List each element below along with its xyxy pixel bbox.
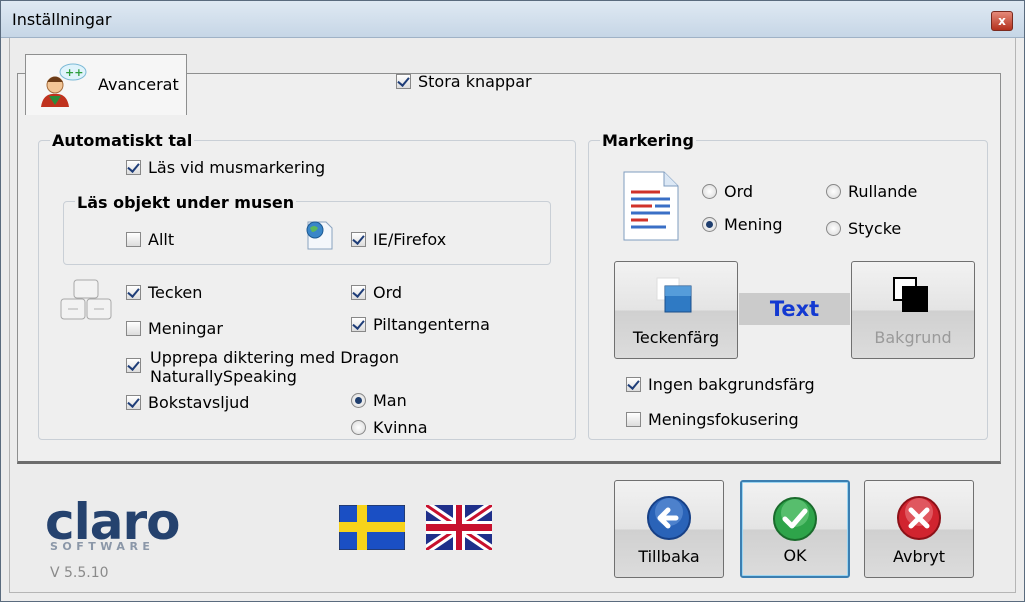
highlight-word-radio[interactable]: Ord	[702, 182, 753, 201]
all-box[interactable]	[126, 232, 141, 247]
sentence-focus-box[interactable]	[626, 412, 641, 427]
highlight-preview: Text	[739, 293, 850, 325]
highlight-sentence-label: Mening	[724, 215, 783, 234]
keyboard-icon	[60, 279, 112, 320]
uk-flag[interactable]	[426, 505, 492, 550]
back-button[interactable]: Tillbaka	[614, 480, 724, 578]
highlight-scrolling-dot[interactable]	[826, 184, 841, 199]
text-color-button[interactable]: Teckenfärg	[614, 261, 738, 359]
voice-woman-radio[interactable]: Kvinna	[351, 418, 428, 437]
letter-sounds-box[interactable]	[126, 395, 141, 410]
back-arrow-icon	[647, 496, 691, 540]
highlight-word-dot[interactable]	[702, 184, 717, 199]
arrow-keys-box[interactable]	[351, 317, 366, 332]
check-icon	[773, 497, 817, 541]
ie-firefox-box[interactable]	[351, 232, 366, 247]
voice-man-label: Man	[373, 391, 407, 410]
all-checkbox[interactable]: Allt	[126, 230, 174, 249]
read-on-selection-box[interactable]	[126, 160, 141, 175]
sentences-box[interactable]	[126, 321, 141, 336]
title-bar: Inställningar x	[1, 1, 1024, 38]
words-checkbox[interactable]: Ord	[351, 283, 402, 302]
highlight-paragraph-label: Stycke	[848, 219, 902, 238]
version-label: V 5.5.10	[50, 565, 109, 581]
voice-man-dot[interactable]	[351, 393, 366, 408]
no-background-label: Ingen bakgrundsfärg	[648, 375, 815, 394]
characters-box[interactable]	[126, 285, 141, 300]
software-label: SOFTWARE	[50, 540, 155, 553]
highlight-sentence-dot[interactable]	[702, 217, 717, 232]
letter-sounds-label: Bokstavsljud	[148, 393, 250, 412]
ie-firefox-checkbox[interactable]: IE/Firefox	[351, 230, 446, 249]
close-button[interactable]: x	[991, 11, 1013, 31]
large-buttons-box[interactable]	[396, 74, 411, 89]
tab-advanced[interactable]: ++ Avancerat	[25, 54, 187, 115]
arrow-keys-label: Piltangenterna	[373, 315, 490, 334]
voice-woman-label: Kvinna	[373, 418, 428, 437]
text-color-button-label: Teckenfärg	[632, 328, 720, 347]
large-buttons-checkbox[interactable]: Stora knappar	[396, 72, 532, 91]
no-background-checkbox[interactable]: Ingen bakgrundsfärg	[626, 375, 815, 394]
highlight-paragraph-dot[interactable]	[826, 221, 841, 236]
voice-man-radio[interactable]: Man	[351, 391, 407, 410]
repeat-dragon-label-line1: Upprepa diktering med Dragon	[150, 348, 399, 367]
background-button-label: Bakgrund	[874, 328, 952, 347]
highlight-word-label: Ord	[724, 182, 754, 201]
person-speech-icon: ++	[41, 63, 87, 107]
window-title: Inställningar	[12, 10, 112, 29]
sentence-focus-label: Meningsfokusering	[648, 410, 799, 429]
cancel-button[interactable]: Avbryt	[864, 480, 974, 578]
repeat-dragon-box[interactable]	[126, 358, 141, 373]
no-background-box[interactable]	[626, 377, 641, 392]
background-button[interactable]: Bakgrund	[851, 261, 975, 359]
highlight-paragraph-radio[interactable]: Stycke	[826, 219, 901, 238]
highlight-sentence-radio[interactable]: Mening	[702, 215, 783, 234]
text-color-icon	[656, 277, 692, 313]
background-color-icon	[893, 277, 928, 312]
auto-speech-group	[38, 140, 576, 440]
read-on-selection-checkbox[interactable]: Läs vid musmarkering	[126, 158, 325, 177]
sentences-checkbox[interactable]: Meningar	[126, 319, 223, 338]
sentences-label: Meningar	[148, 319, 223, 338]
read-on-selection-label: Läs vid musmarkering	[148, 158, 326, 177]
svg-text:++: ++	[65, 66, 83, 79]
words-box[interactable]	[351, 285, 366, 300]
all-label: Allt	[148, 230, 175, 249]
tab-advanced-label: Avancerat	[98, 75, 179, 94]
arrow-keys-checkbox[interactable]: Piltangenterna	[351, 315, 490, 334]
swedish-flag[interactable]	[339, 505, 405, 550]
highlight-scrolling-radio[interactable]: Rullande	[826, 182, 917, 201]
large-buttons-label: Stora knappar	[418, 72, 532, 91]
highlight-scrolling-label: Rullande	[848, 182, 918, 201]
ok-button-label: OK	[783, 546, 807, 565]
ie-firefox-label: IE/Firefox	[373, 230, 447, 249]
words-label: Ord	[373, 283, 403, 302]
cancel-x-icon	[897, 496, 941, 540]
back-button-label: Tillbaka	[638, 547, 700, 566]
globe-page-icon	[306, 221, 333, 250]
ok-button[interactable]: OK	[740, 480, 850, 578]
read-objects-title: Läs objekt under musen	[75, 193, 297, 212]
auto-speech-title: Automatiskt tal	[50, 131, 195, 150]
characters-checkbox[interactable]: Tecken	[126, 283, 202, 302]
document-icon	[623, 171, 679, 241]
voice-woman-dot[interactable]	[351, 420, 366, 435]
letter-sounds-checkbox[interactable]: Bokstavsljud	[126, 393, 249, 412]
sentence-focus-checkbox[interactable]: Meningsfokusering	[626, 410, 799, 429]
characters-label: Tecken	[148, 283, 203, 302]
highlight-title: Markering	[600, 131, 696, 150]
repeat-dragon-label-line2: NaturallySpeaking	[150, 367, 297, 386]
cancel-button-label: Avbryt	[893, 547, 945, 566]
